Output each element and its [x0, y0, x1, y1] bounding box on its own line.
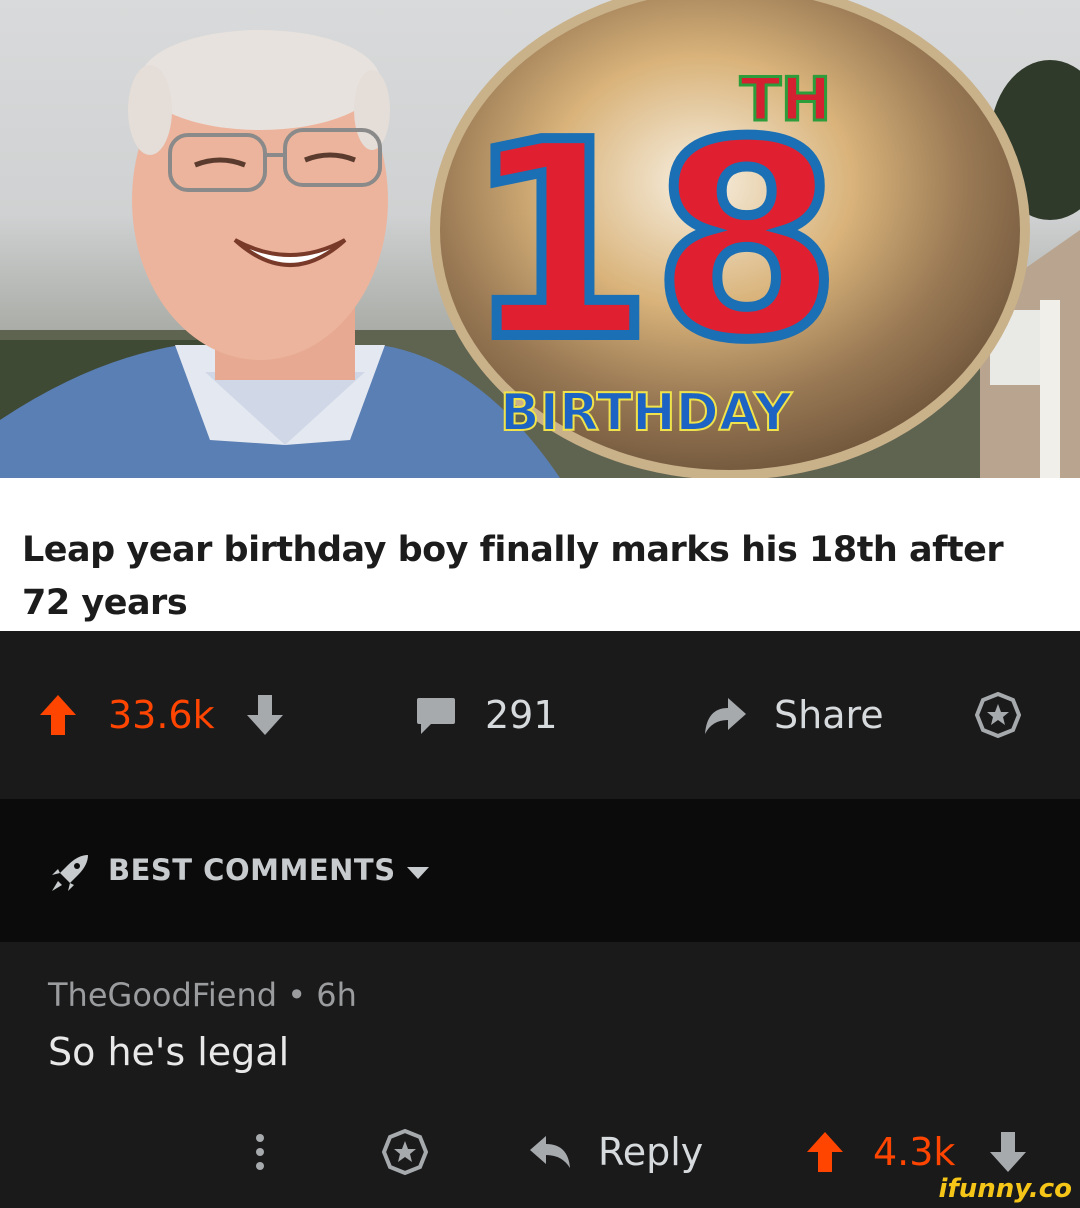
post-image[interactable]: 18 TH BIRTHDAY	[0, 0, 1080, 478]
post-headline: Leap year birthday boy finally marks his…	[22, 530, 1004, 623]
downvote-arrow-icon	[247, 695, 283, 735]
downvote-arrow-icon	[990, 1132, 1026, 1172]
share-button[interactable]: Share	[702, 631, 884, 799]
reply-label: Reply	[598, 1130, 704, 1174]
comments-button[interactable]: 291	[415, 631, 558, 799]
more-vertical-icon	[256, 1134, 264, 1170]
upvote-arrow-icon	[807, 1132, 843, 1172]
comment-meta: TheGoodFiend • 6h	[48, 976, 357, 1014]
award-icon	[975, 692, 1021, 738]
post-action-bar: 33.6k 291 Share	[0, 631, 1080, 799]
comment-sort-bar[interactable]: BEST COMMENTS	[0, 799, 1080, 942]
reply-button[interactable]: Reply	[528, 1117, 703, 1187]
chevron-down-icon	[407, 867, 429, 879]
comment-upvote-button[interactable]: 4.3k	[805, 1117, 955, 1187]
svg-text:TH: TH	[740, 65, 831, 135]
reply-arrow-icon	[530, 1136, 570, 1168]
comment-score: 4.3k	[873, 1130, 956, 1174]
share-arrow-icon	[705, 698, 746, 734]
upvote-arrow-icon	[40, 695, 76, 735]
downvote-button[interactable]	[245, 631, 285, 799]
sort-label: BEST COMMENTS	[108, 853, 396, 887]
award-icon	[382, 1129, 428, 1175]
comment-age: 6h	[316, 976, 357, 1014]
comment-bubble-icon	[417, 698, 455, 734]
award-button[interactable]	[975, 631, 1021, 799]
post-image-illustration: 18 TH BIRTHDAY	[0, 0, 1080, 478]
share-label: Share	[774, 693, 884, 737]
comment-award-button[interactable]	[382, 1117, 428, 1187]
comment-count: 291	[485, 693, 558, 737]
comment-body: So he's legal	[48, 1030, 290, 1074]
upvote-button[interactable]	[38, 631, 78, 799]
rocket-icon	[52, 855, 88, 891]
site-watermark: ifunny.co	[938, 1174, 1072, 1204]
post-score: 33.6k	[108, 693, 215, 737]
comment: TheGoodFiend • 6h So he's legal Reply 4.…	[0, 942, 1080, 1208]
comment-author[interactable]: TheGoodFiend	[48, 976, 277, 1014]
svg-text:BIRTHDAY: BIRTHDAY	[500, 383, 793, 443]
comment-more-button[interactable]	[250, 1117, 270, 1187]
post-headline-card: Leap year birthday boy finally marks his…	[0, 478, 1080, 631]
comment-meta-separator: •	[287, 976, 307, 1014]
